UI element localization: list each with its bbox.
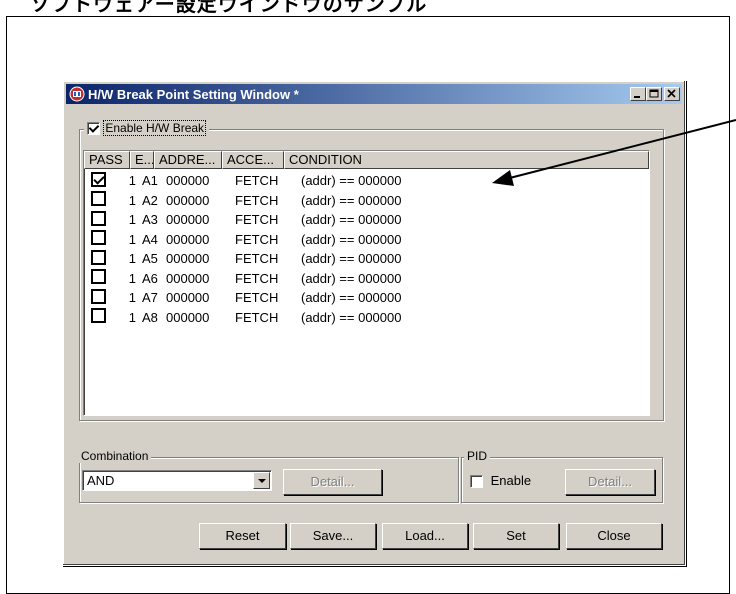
row-enable-cell[interactable] (84, 249, 120, 268)
table-row[interactable]: 1 A4 000000 FETCH (addr) == 000000 (84, 230, 649, 250)
row-access: FETCH (235, 173, 279, 189)
minimize-icon (634, 96, 640, 98)
row-event: A7 (142, 290, 158, 306)
enable-hw-break-checkbox[interactable] (87, 122, 100, 136)
row-event: A8 (142, 309, 158, 325)
row-enable-checkbox[interactable] (91, 191, 106, 207)
row-address: 000000 (166, 173, 210, 189)
row-condition: (addr) == 000000 (301, 251, 402, 267)
row-enable-cell[interactable] (84, 230, 120, 248)
row-condition: (addr) == 000000 (301, 270, 402, 286)
row-event: A6 (142, 270, 158, 286)
breakpoint-list[interactable]: PASS E... ADDRE... ACCE... CONDITION 1 A1… (83, 150, 650, 416)
combination-value: AND (87, 473, 115, 488)
row-pass-count: 1 (128, 290, 136, 306)
column-header-pass[interactable]: PASS (84, 151, 130, 169)
chevron-down-icon[interactable] (253, 472, 270, 489)
row-access: FETCH (235, 192, 279, 208)
row-enable-checkbox[interactable] (91, 288, 106, 304)
row-access: FETCH (235, 212, 279, 228)
table-row[interactable]: 1 A7 000000 FETCH (addr) == 000000 (84, 288, 649, 308)
close-icon (667, 89, 676, 98)
row-pass-count: 1 (128, 192, 136, 208)
set-button[interactable]: Set (473, 523, 559, 549)
title-bar[interactable]: H/W Break Point Setting Window * (66, 84, 682, 104)
combination-select[interactable]: AND (82, 470, 272, 491)
callout-arrow (492, 119, 736, 186)
row-condition: (addr) == 000000 (301, 231, 402, 247)
row-event: A2 (142, 192, 158, 208)
table-row[interactable]: 1 A5 000000 FETCH (addr) == 000000 (84, 249, 649, 269)
row-enable-checkbox[interactable] (91, 210, 106, 226)
table-row[interactable]: 1 A6 000000 FETCH (addr) == 000000 (84, 269, 649, 289)
column-header-access[interactable]: ACCE... (222, 151, 284, 169)
close-button[interactable] (664, 87, 680, 101)
row-event: A5 (142, 251, 158, 267)
row-enable-checkbox[interactable] (91, 171, 106, 187)
row-pass-count: 1 (128, 173, 136, 189)
row-pass-count: 1 (128, 212, 136, 228)
row-access: FETCH (235, 290, 279, 306)
pid-enable-checkbox[interactable] (470, 475, 483, 489)
table-row[interactable]: 1 A3 000000 FETCH (addr) == 000000 (84, 210, 649, 230)
column-header-event[interactable]: E... (130, 151, 154, 169)
page-heading: ソフトウェアー設定ウインドウのサンプル (30, 0, 428, 16)
row-event: A4 (142, 231, 158, 247)
row-condition: (addr) == 000000 (301, 212, 402, 228)
reset-button[interactable]: Reset (199, 523, 286, 549)
enable-hw-break-label: Enable H/W Break (103, 120, 207, 136)
row-enable-checkbox[interactable] (91, 230, 106, 246)
load-button[interactable]: Load... (382, 523, 468, 549)
pid-enable-label: Enable (490, 473, 532, 488)
row-enable-checkbox[interactable] (91, 308, 106, 324)
pid-label: PID (464, 449, 491, 463)
row-enable-cell[interactable] (84, 288, 120, 307)
combination-label: Combination (78, 449, 152, 463)
row-enable-checkbox[interactable] (91, 269, 106, 285)
row-condition: (addr) == 000000 (301, 290, 402, 306)
row-address: 000000 (166, 270, 210, 286)
row-address: 000000 (166, 231, 210, 247)
row-address: 000000 (166, 290, 210, 306)
row-address: 000000 (166, 251, 210, 267)
column-header-address[interactable]: ADDRE... (154, 151, 222, 169)
row-enable-cell[interactable] (84, 171, 120, 190)
row-pass-count: 1 (128, 270, 136, 286)
pid-enable-toggle[interactable]: Enable (470, 473, 532, 489)
row-enable-cell[interactable] (84, 191, 120, 209)
row-condition: (addr) == 000000 (301, 192, 402, 208)
row-event: A1 (142, 173, 158, 189)
row-access: FETCH (235, 270, 279, 286)
row-access: FETCH (235, 251, 279, 267)
row-enable-cell[interactable] (84, 210, 120, 229)
close-dialog-button[interactable]: Close (566, 523, 662, 549)
row-enable-checkbox[interactable] (91, 249, 106, 265)
row-pass-count: 1 (128, 309, 136, 325)
pid-detail-button[interactable]: Detail... (565, 469, 655, 495)
save-button[interactable]: Save... (290, 523, 376, 549)
row-access: FETCH (235, 309, 279, 325)
combination-detail-button[interactable]: Detail... (283, 469, 382, 495)
enable-hw-break-toggle[interactable]: Enable H/W Break (84, 120, 210, 136)
maximize-icon (649, 89, 659, 98)
table-row[interactable]: 1 A2 000000 FETCH (addr) == 000000 (84, 191, 649, 211)
row-address: 000000 (166, 212, 210, 228)
row-event: A3 (142, 212, 158, 228)
maximize-button[interactable] (646, 87, 662, 101)
row-condition: (addr) == 000000 (301, 309, 402, 325)
row-access: FETCH (235, 231, 279, 247)
row-enable-cell[interactable] (84, 269, 120, 287)
row-address: 000000 (166, 309, 210, 325)
minimize-button[interactable] (630, 87, 646, 101)
row-pass-count: 1 (128, 231, 136, 247)
table-row[interactable]: 1 A8 000000 FETCH (addr) == 000000 (84, 308, 649, 328)
window-title: H/W Break Point Setting Window * (88, 86, 299, 102)
app-icon (69, 86, 85, 102)
row-enable-cell[interactable] (84, 308, 120, 326)
row-address: 000000 (166, 192, 210, 208)
row-pass-count: 1 (128, 251, 136, 267)
